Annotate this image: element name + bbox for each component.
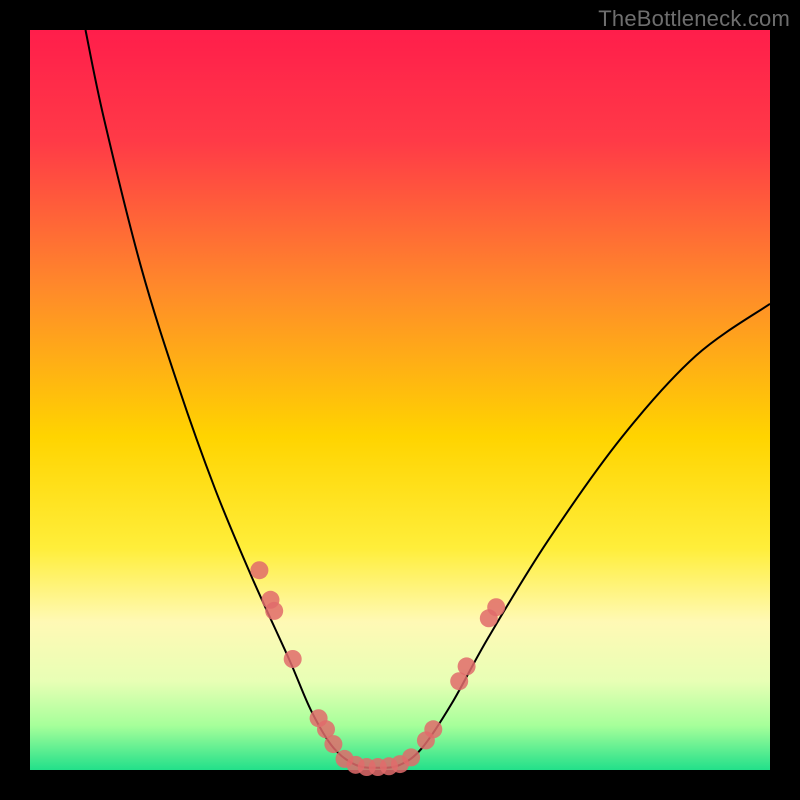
plot-background <box>30 30 770 770</box>
data-point <box>458 657 476 675</box>
data-point <box>250 561 268 579</box>
watermark-text: TheBottleneck.com <box>598 6 790 32</box>
data-point <box>424 720 442 738</box>
data-point <box>487 598 505 616</box>
data-point <box>265 602 283 620</box>
chart-container: TheBottleneck.com <box>0 0 800 800</box>
chart-svg <box>0 0 800 800</box>
data-point <box>402 748 420 766</box>
data-point <box>324 735 342 753</box>
data-point <box>284 650 302 668</box>
